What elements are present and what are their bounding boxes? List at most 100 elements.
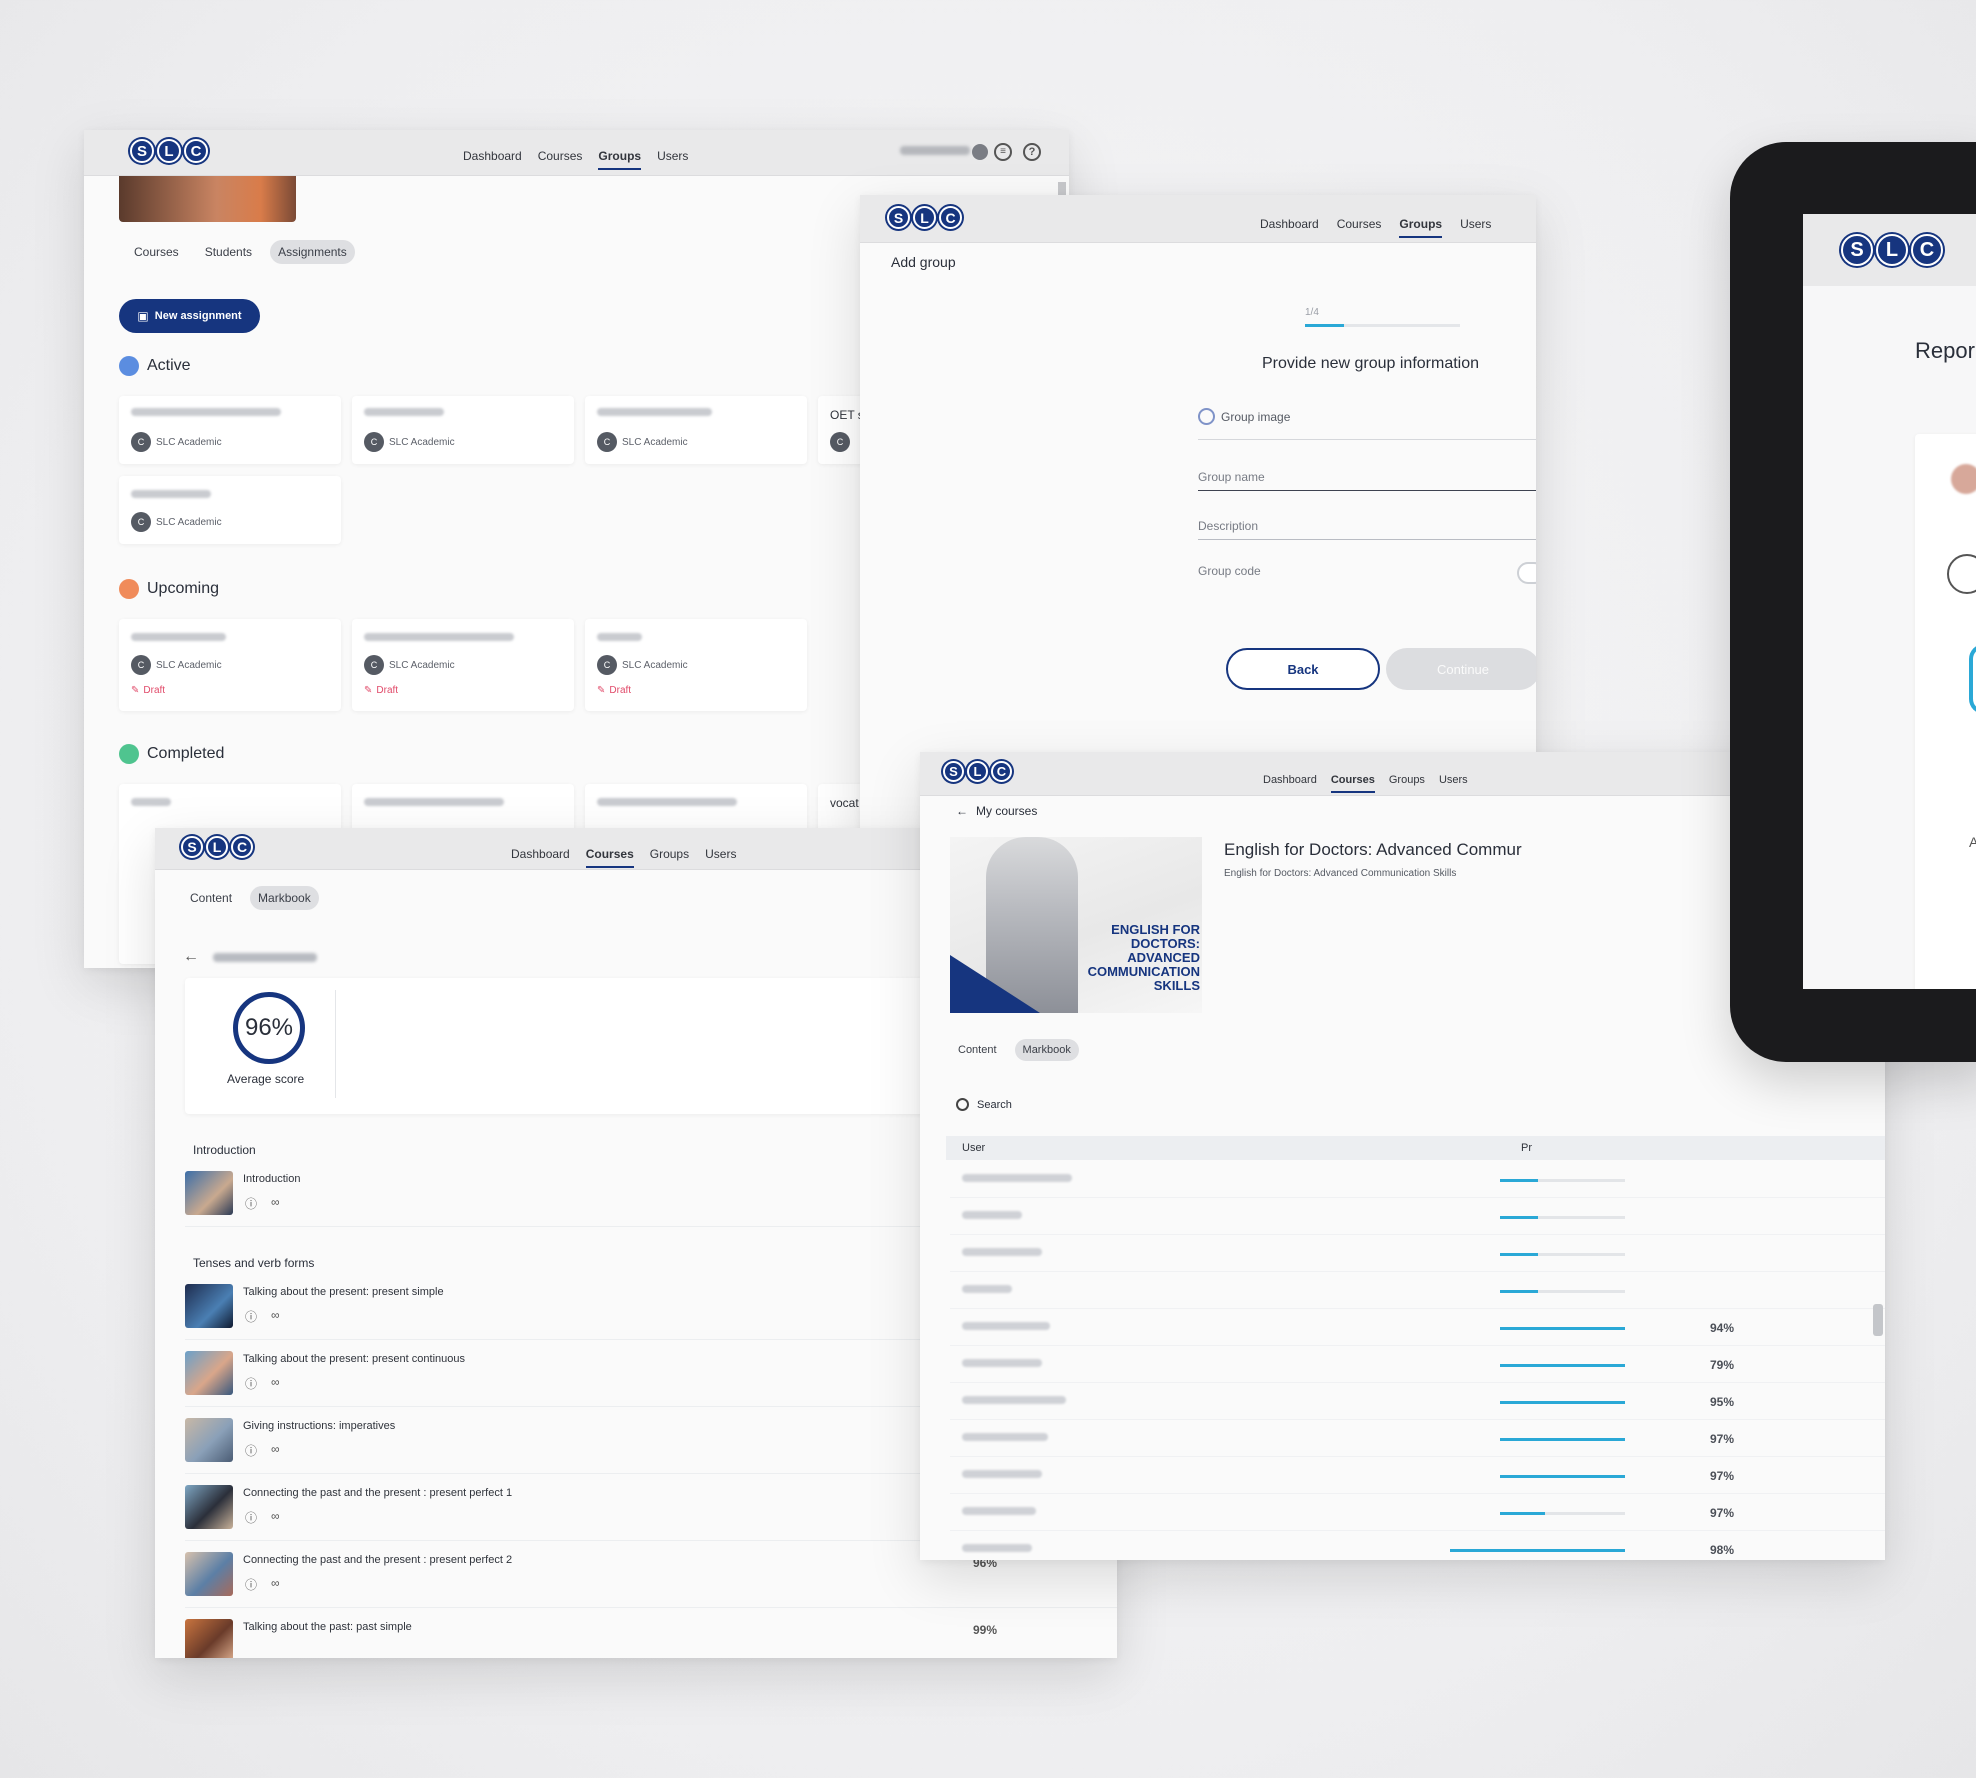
table-row[interactable]: 95% (950, 1384, 1885, 1420)
author-name: SLC Academic (389, 659, 455, 671)
group-image-upload[interactable]: Group image (1198, 408, 1536, 440)
back-button[interactable]: Back (1226, 648, 1380, 690)
slc-logo[interactable]: S L C (887, 206, 962, 229)
progress-percent: 94% (1710, 1321, 1735, 1335)
table-row[interactable] (950, 1199, 1885, 1235)
tab-assignments[interactable]: Assignments (270, 240, 355, 264)
nav-courses[interactable]: Courses (1337, 217, 1382, 238)
slc-logo[interactable]: S L C (130, 139, 208, 163)
tab-students[interactable]: Students (197, 240, 260, 264)
info-icon[interactable]: ⓘ (245, 1195, 257, 1212)
tab-markbook[interactable]: Markbook (1014, 1039, 1079, 1061)
my-courses-breadcrumb[interactable]: ← My courses (956, 804, 1037, 818)
link-icon[interactable]: ∞ (271, 1375, 280, 1392)
table-row[interactable]: 94% (950, 1310, 1885, 1346)
filter-button[interactable] (1947, 554, 1976, 594)
table-row[interactable]: 98% (950, 1532, 1885, 1560)
link-icon[interactable]: ∞ (271, 1576, 280, 1593)
link-icon[interactable]: ∞ (271, 1308, 280, 1325)
search-box[interactable]: Search (956, 1098, 1012, 1111)
nav-users[interactable]: Users (1439, 774, 1468, 793)
nav-courses[interactable]: Courses (538, 149, 583, 170)
link-icon[interactable]: ∞ (271, 1442, 280, 1459)
nav-groups[interactable]: Groups (650, 847, 689, 868)
progress-track (1500, 1512, 1625, 1515)
assignment-card[interactable]: C SLC Academic ✎ Draft (585, 619, 807, 711)
assignment-card[interactable]: C SLC Academic (352, 396, 574, 464)
assignment-title (131, 490, 211, 498)
info-icon[interactable]: ⓘ (245, 1576, 257, 1593)
assignment-card[interactable]: C SLC Academic (119, 476, 341, 544)
link-icon[interactable]: ∞ (271, 1195, 280, 1212)
nav-groups[interactable]: Groups (1389, 774, 1425, 793)
nav-dashboard[interactable]: Dashboard (1263, 774, 1317, 793)
avatar[interactable] (972, 144, 988, 160)
info-icon[interactable]: ⓘ (245, 1509, 257, 1526)
lesson-title: Connecting the past and the present : pr… (243, 1554, 513, 1566)
assignment-card[interactable]: C SLC Academic (119, 396, 341, 464)
nav-users[interactable]: Users (705, 847, 736, 868)
assignment-card[interactable]: C SLC Academic (585, 396, 807, 464)
tab-markbook[interactable]: Markbook (250, 886, 319, 910)
nav-dashboard[interactable]: Dashboard (463, 149, 522, 170)
nav-courses[interactable]: Courses (1330, 774, 1375, 793)
table-row[interactable]: 97% (950, 1495, 1885, 1531)
progress-bar (1500, 1512, 1545, 1515)
help-icon[interactable]: ? (1023, 143, 1041, 161)
group-name-field[interactable]: Group name (1198, 470, 1536, 491)
tab-courses[interactable]: Courses (126, 240, 187, 264)
progress-percent: 79% (1710, 1358, 1735, 1372)
table-row[interactable] (950, 1162, 1885, 1198)
author-avatar: C (364, 655, 384, 675)
table-row[interactable] (950, 1273, 1885, 1309)
nav-dashboard[interactable]: Dashboard (1260, 217, 1319, 238)
group-code-toggle[interactable] (1517, 562, 1536, 584)
vertical-scrollbar[interactable] (1873, 1304, 1883, 1336)
back-arrow-icon[interactable]: ← (183, 948, 199, 966)
author-name: SLC Academic (156, 516, 222, 528)
nav-dashboard[interactable]: Dashboard (511, 847, 570, 868)
logo-letter: C (1911, 234, 1943, 266)
progress-track (1450, 1549, 1625, 1552)
lesson-title: Connecting the past and the present : pr… (243, 1487, 513, 1499)
description-field[interactable]: Description (1198, 519, 1536, 540)
info-icon[interactable]: ⓘ (245, 1442, 257, 1459)
progress-bar (1500, 1401, 1625, 1404)
progress-percent: 97% (1710, 1506, 1735, 1520)
profile-name (900, 146, 970, 155)
add-group-window: S L C Dashboard Courses Groups Users Add… (860, 195, 1536, 835)
assignment-card[interactable]: C SLC Academic ✎ Draft (352, 619, 574, 711)
assignment-card[interactable]: C SLC Academic ✎ Draft (119, 619, 341, 711)
new-assignment-button[interactable]: ▣ New assignment (119, 299, 260, 333)
progress-bar (1500, 1290, 1538, 1293)
back-arrow-icon: ← (956, 804, 968, 818)
tab-content[interactable]: Content (182, 886, 240, 910)
info-icon[interactable]: ⓘ (245, 1375, 257, 1392)
progress-bar (1500, 1327, 1625, 1330)
slc-logo[interactable]: S L C (181, 836, 253, 858)
logo-letter: L (206, 836, 228, 858)
nav-groups[interactable]: Groups (598, 149, 642, 170)
table-row[interactable]: 97% (950, 1421, 1885, 1457)
link-icon[interactable]: ∞ (271, 1509, 280, 1526)
table-row[interactable]: 79% (950, 1347, 1885, 1383)
table-row[interactable] (950, 1236, 1885, 1272)
nav-groups[interactable]: Groups (1399, 217, 1443, 238)
tab-content[interactable]: Content (950, 1039, 1005, 1061)
markbook-table-header: User Pr (946, 1136, 1885, 1160)
messages-icon[interactable]: ≡ (994, 143, 1012, 161)
slc-logo[interactable]: S L C (1841, 234, 1943, 266)
user-name (962, 1433, 1048, 1441)
slc-logo[interactable]: S L C (943, 761, 1012, 782)
continue-button[interactable]: Continue (1386, 648, 1536, 690)
nav-users[interactable]: Users (657, 149, 688, 170)
progress-bar (1500, 1216, 1538, 1219)
table-row[interactable]: 97% (950, 1458, 1885, 1494)
lesson-row[interactable]: Talking about the past: past simple 99% (185, 1609, 1117, 1658)
assignment-author: C SLC Academic (131, 655, 222, 675)
nav-courses[interactable]: Courses (585, 847, 634, 868)
progress-percent: 95% (1710, 1395, 1735, 1409)
scrollbar[interactable] (1058, 182, 1066, 196)
nav-users[interactable]: Users (1460, 217, 1491, 238)
info-icon[interactable]: ⓘ (245, 1308, 257, 1325)
